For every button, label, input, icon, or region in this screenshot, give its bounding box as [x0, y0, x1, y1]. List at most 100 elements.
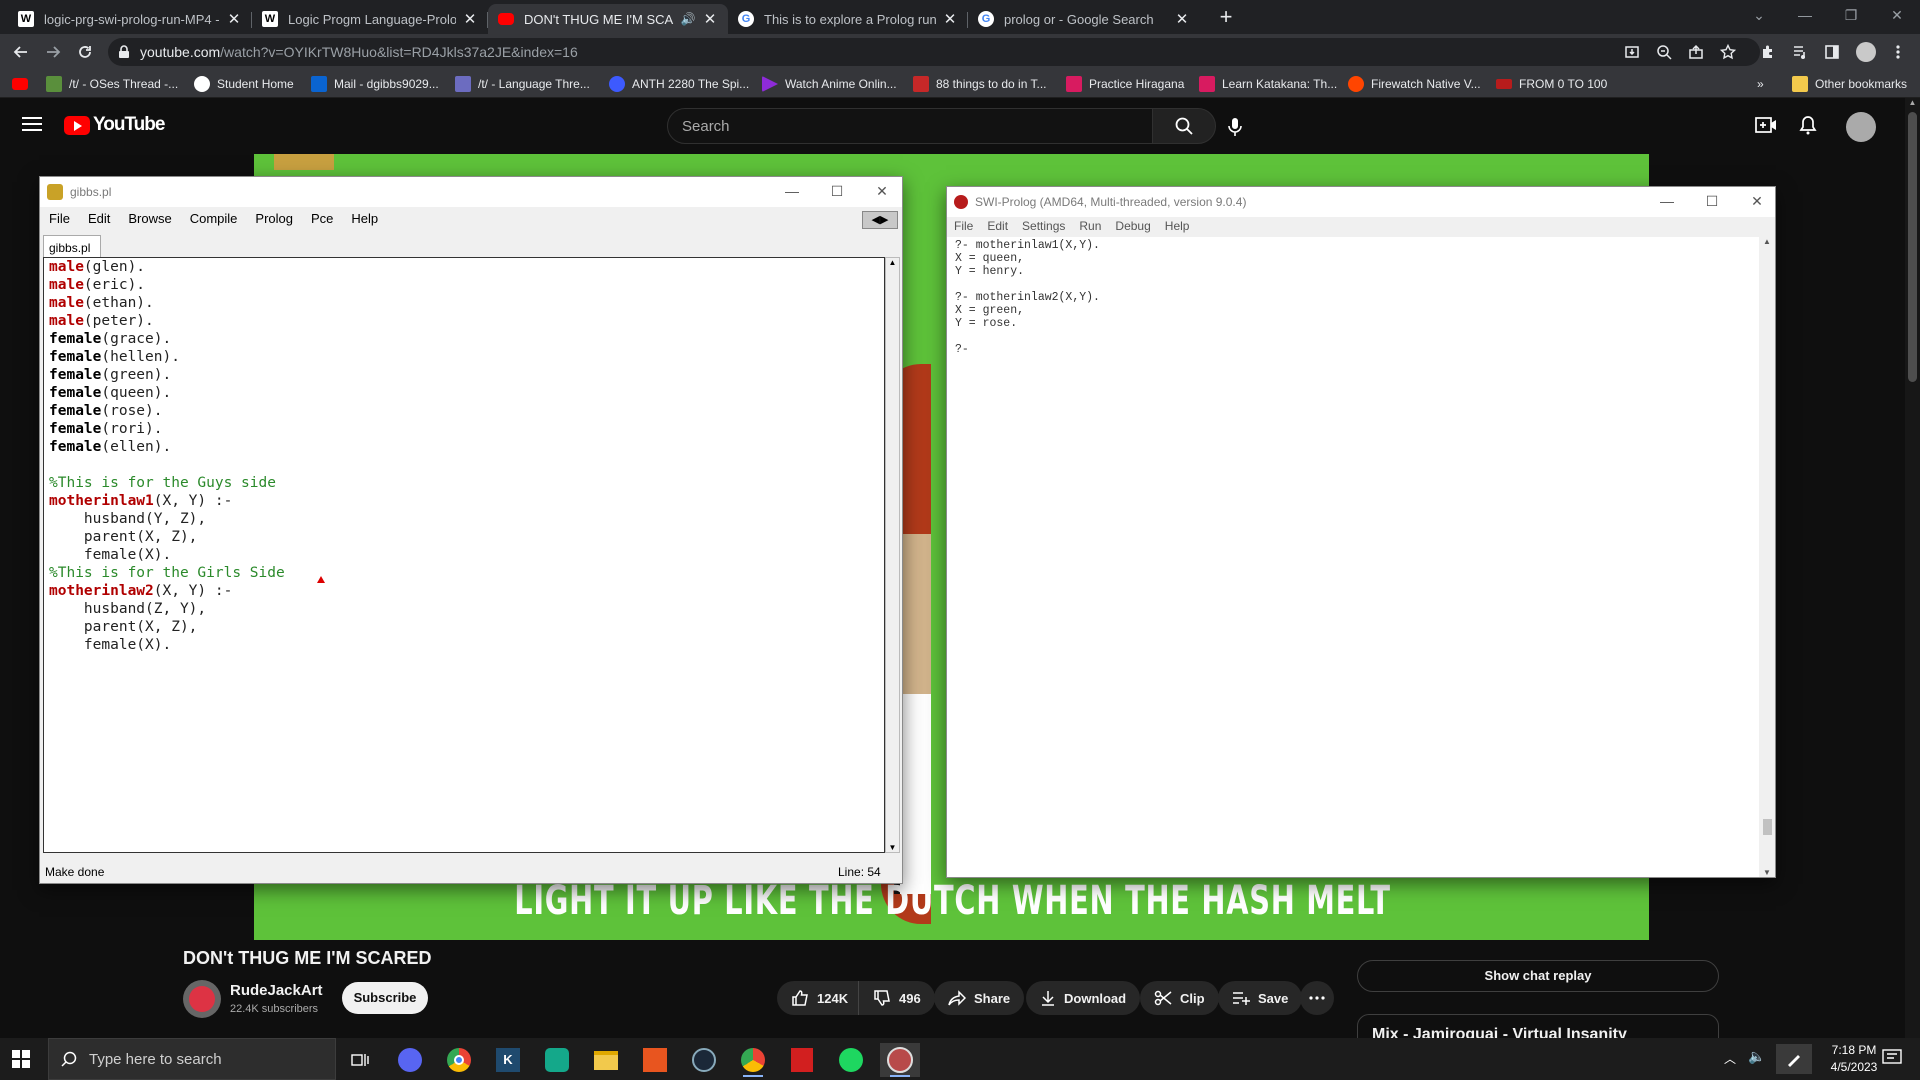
- address-bar[interactable]: youtube.com/watch?v=OYIKrTW8Huo&list=RD4…: [108, 38, 1760, 66]
- profile-avatar[interactable]: [1856, 42, 1876, 62]
- menu-compile[interactable]: Compile: [181, 211, 247, 226]
- swi-prolog-taskbar-icon[interactable]: [880, 1043, 920, 1077]
- menu-settings[interactable]: Settings: [1015, 219, 1072, 233]
- more-actions-button[interactable]: [1300, 981, 1334, 1015]
- forward-button[interactable]: [40, 39, 66, 65]
- save-button[interactable]: Save: [1218, 981, 1303, 1015]
- pen-icon[interactable]: [1776, 1044, 1812, 1074]
- menu-browse[interactable]: Browse: [119, 211, 180, 226]
- subscribe-button[interactable]: Subscribe: [342, 982, 428, 1014]
- menu-debug[interactable]: Debug: [1108, 219, 1157, 233]
- bookmark-item[interactable]: Firewatch Native V...: [1348, 75, 1481, 93]
- file-explorer-icon[interactable]: [586, 1043, 626, 1077]
- close-tab-icon[interactable]: ✕: [702, 10, 718, 28]
- editor-scrollbar[interactable]: ▲ ▼: [885, 257, 900, 853]
- speaker-icon[interactable]: 🔈: [1748, 1048, 1765, 1065]
- channel-name[interactable]: RudeJackArt: [230, 982, 323, 999]
- bookmark-item[interactable]: Mail - dgibbs9029...: [311, 75, 439, 93]
- bookmark-item[interactable]: FROM 0 TO 100: [1496, 75, 1607, 93]
- notifications-icon[interactable]: [1882, 1049, 1902, 1067]
- bookmark-item[interactable]: ANTH 2280 The Spi...: [609, 75, 749, 93]
- like-button[interactable]: 124K: [777, 981, 863, 1015]
- more-menu-icon[interactable]: [1888, 42, 1908, 62]
- close-button[interactable]: ✕: [1747, 193, 1767, 211]
- taskbar-search-input[interactable]: Type here to search: [48, 1038, 336, 1080]
- notifications-bell-icon[interactable]: [1799, 115, 1817, 135]
- browser-tab-active[interactable]: DON't THUG ME I'M SCARED 🔊 ✕: [488, 4, 728, 34]
- tab-search-icon[interactable]: ⌄: [1736, 0, 1782, 30]
- prolog-terminal[interactable]: ?- motherinlaw1(X,Y). X = queen, Y = henry…: [947, 237, 1759, 877]
- close-button[interactable]: ✕: [872, 183, 892, 201]
- menu-run[interactable]: Run: [1072, 219, 1108, 233]
- bookmark-item[interactable]: Practice Hiragana: [1066, 75, 1184, 93]
- share-button[interactable]: Share: [934, 981, 1025, 1015]
- share-page-icon[interactable]: [1686, 42, 1706, 62]
- chevron-up-icon[interactable]: ︿: [1724, 1050, 1736, 1067]
- close-window-button[interactable]: ✕: [1874, 0, 1920, 30]
- install-app-icon[interactable]: [1622, 42, 1642, 62]
- steam-icon[interactable]: [684, 1043, 724, 1077]
- zoom-icon[interactable]: [1654, 42, 1674, 62]
- back-button[interactable]: [8, 39, 34, 65]
- browser-tab[interactable]: W Logic Progm Language-Prolog - ✕: [252, 4, 488, 34]
- browser-tab[interactable]: G This is to explore a Prolog runnin ✕: [728, 4, 968, 34]
- spotify-icon[interactable]: [831, 1043, 871, 1077]
- menu-help[interactable]: Help: [1158, 219, 1197, 233]
- hamburger-menu-icon[interactable]: [22, 116, 42, 132]
- browser-tab[interactable]: W logic-prg-swi-prolog-run-MP4 - ✕: [8, 4, 252, 34]
- minimize-button[interactable]: —: [1782, 0, 1828, 30]
- menu-file[interactable]: File: [947, 219, 980, 233]
- media-control-icon[interactable]: [1790, 42, 1810, 62]
- krita-icon[interactable]: K: [488, 1043, 528, 1077]
- create-video-icon[interactable]: [1755, 116, 1777, 134]
- bookmark-item[interactable]: 88 things to do in T...: [913, 75, 1047, 93]
- bookmark-item[interactable]: Student Home: [194, 75, 294, 93]
- menu-edit[interactable]: Edit: [980, 219, 1015, 233]
- chevron-more-icon[interactable]: »: [1757, 75, 1764, 93]
- bookmark-item[interactable]: /t/ - Language Thre...: [455, 75, 590, 93]
- acrobat-icon[interactable]: [782, 1043, 822, 1077]
- close-tab-icon[interactable]: ✕: [1174, 10, 1190, 28]
- browser-tab[interactable]: G prolog or - Google Search ✕: [968, 4, 1200, 34]
- chrome-profile-icon[interactable]: [733, 1043, 773, 1077]
- youtube-icon[interactable]: [12, 75, 28, 93]
- restore-button[interactable]: ❐: [1828, 0, 1874, 30]
- tab-scroll-arrows[interactable]: ◀▶: [862, 211, 898, 229]
- close-tab-icon[interactable]: ✕: [462, 10, 478, 28]
- page-scrollbar[interactable]: ▲: [1905, 98, 1920, 1038]
- youtube-logo[interactable]: YouTube: [64, 114, 165, 136]
- close-tab-icon[interactable]: ✕: [942, 10, 958, 28]
- console-scrollbar[interactable]: ▲ ▼: [1759, 237, 1775, 877]
- task-view-icon[interactable]: [340, 1043, 380, 1077]
- lock-icon[interactable]: [118, 45, 130, 59]
- code-editor[interactable]: male(glen). male(eric). male(ethan). male(p…: [43, 257, 885, 853]
- menu-pce[interactable]: Pce: [302, 211, 342, 226]
- user-avatar[interactable]: [1846, 112, 1876, 142]
- minimize-button[interactable]: —: [1657, 193, 1677, 211]
- office-icon[interactable]: [635, 1043, 675, 1077]
- bookmark-item[interactable]: /t/ - OSes Thread -...: [46, 75, 178, 93]
- other-bookmarks[interactable]: Other bookmarks: [1792, 75, 1907, 93]
- minimize-button[interactable]: —: [782, 183, 802, 201]
- youtube-search-input[interactable]: Search: [667, 108, 1153, 144]
- extensions-icon[interactable]: [1758, 42, 1778, 62]
- clip-button[interactable]: Clip: [1140, 981, 1219, 1015]
- menu-file[interactable]: File: [40, 211, 79, 226]
- editor-file-tab[interactable]: gibbs.pl: [43, 235, 101, 257]
- youtube-search-button[interactable]: [1152, 108, 1216, 144]
- voice-search-button[interactable]: [1215, 109, 1255, 145]
- speaker-icon[interactable]: 🔊: [680, 12, 696, 26]
- app-icon[interactable]: [537, 1043, 577, 1077]
- menu-help[interactable]: Help: [342, 211, 387, 226]
- side-panel-icon[interactable]: [1822, 42, 1842, 62]
- bookmark-star-icon[interactable]: [1718, 42, 1738, 62]
- maximize-button[interactable]: ☐: [1702, 193, 1722, 211]
- maximize-button[interactable]: ☐: [827, 183, 847, 201]
- channel-avatar[interactable]: [183, 980, 221, 1018]
- menu-prolog[interactable]: Prolog: [246, 211, 302, 226]
- bookmark-item[interactable]: Watch Anime Onlin...: [762, 75, 897, 93]
- bookmark-item[interactable]: Learn Katakana: Th...: [1199, 75, 1337, 93]
- windows-start-icon[interactable]: [12, 1050, 30, 1068]
- reload-button[interactable]: [72, 39, 98, 65]
- dislike-button[interactable]: 496: [858, 981, 935, 1015]
